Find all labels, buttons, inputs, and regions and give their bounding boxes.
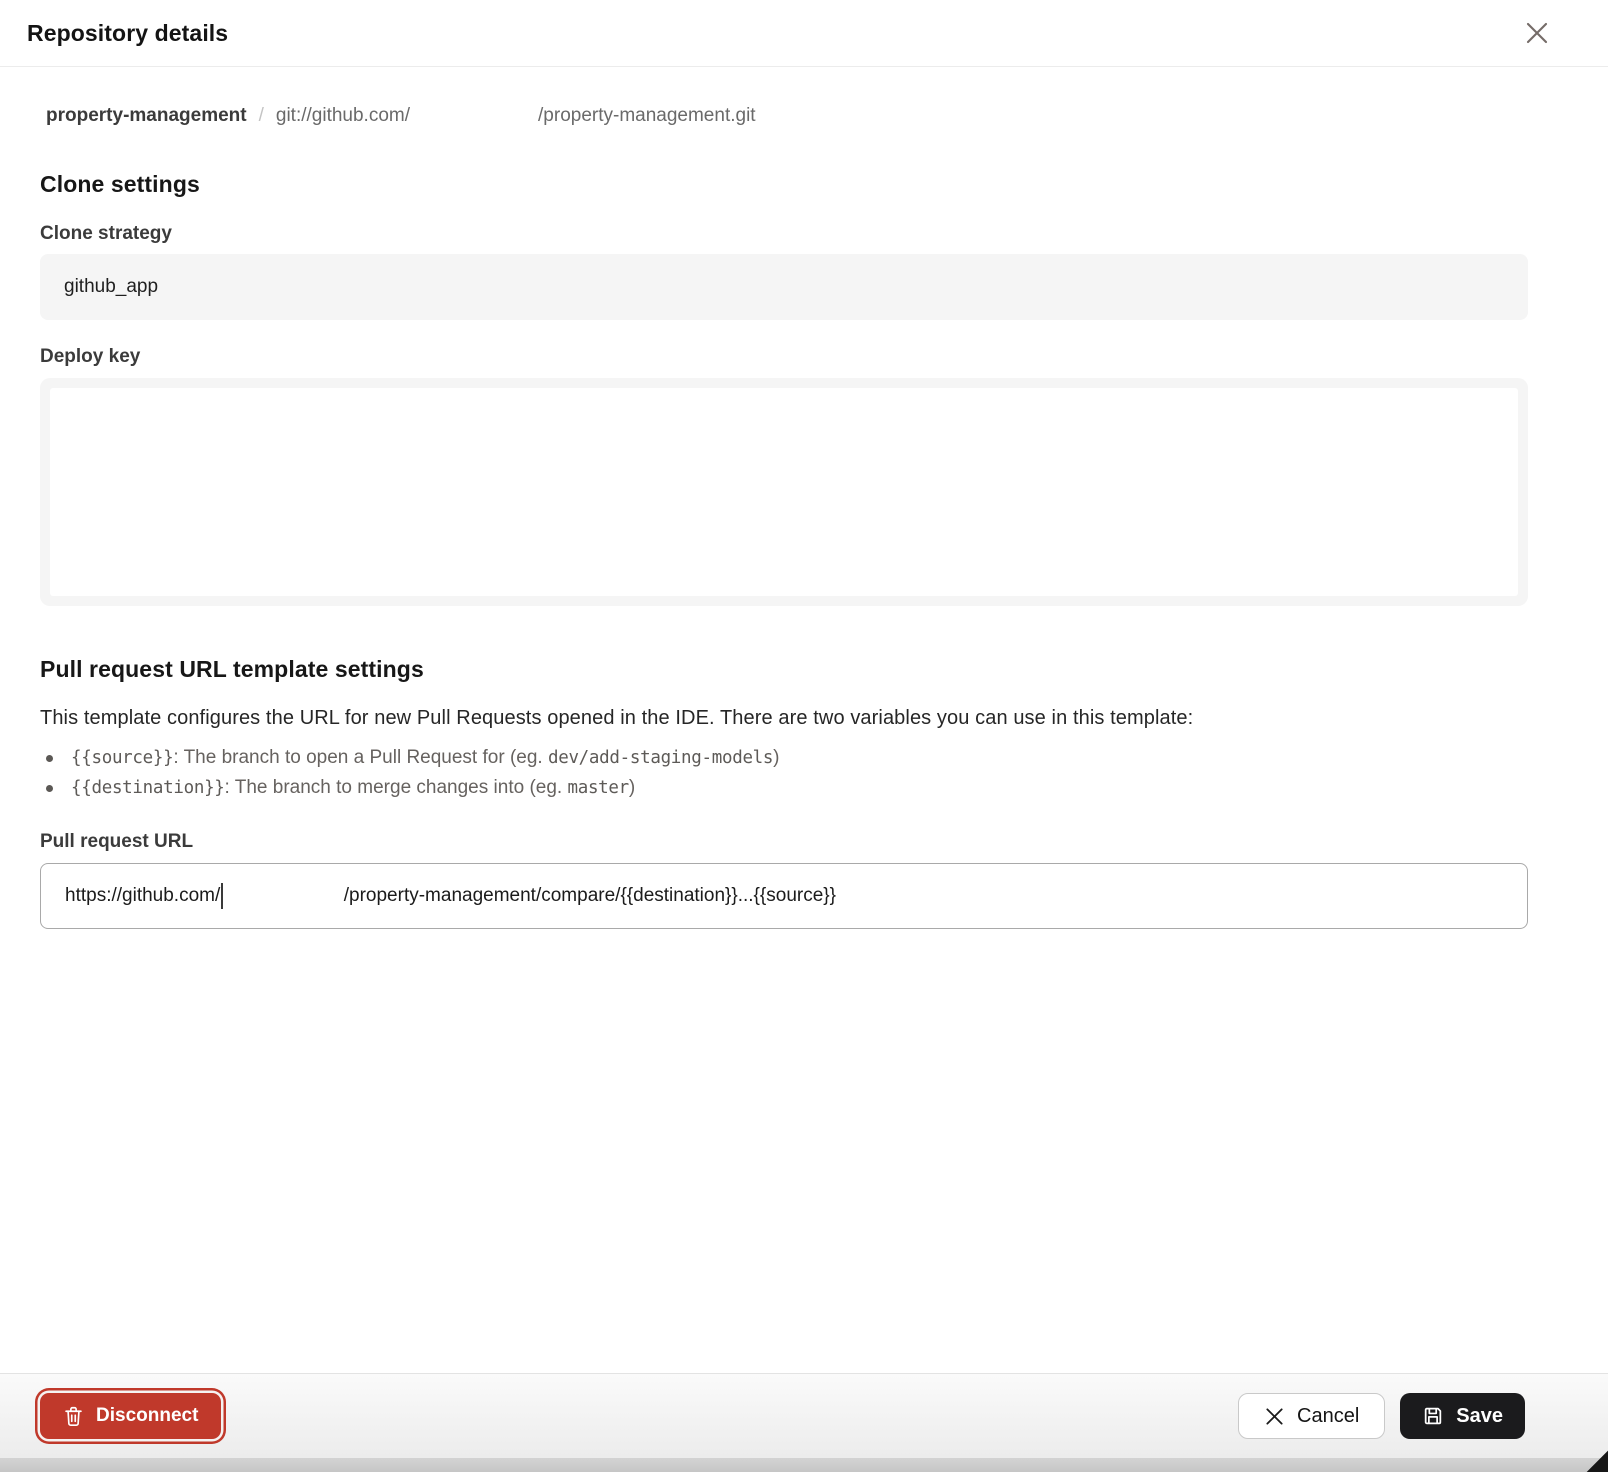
modal-body: property-management / git://github.com/ … [0, 105, 1608, 929]
modal-footer: Disconnect Cancel Save [0, 1373, 1608, 1458]
list-item: {{source}}: The branch to open a Pull Re… [40, 743, 1528, 773]
cancel-button[interactable]: Cancel [1238, 1393, 1385, 1439]
destination-variable-code: {{destination}} [71, 778, 225, 798]
cancel-label: Cancel [1297, 1405, 1359, 1428]
clone-strategy-field: github_app [40, 254, 1528, 320]
clone-strategy-value: github_app [64, 276, 158, 298]
redacted-org-name [410, 120, 538, 121]
deploy-key-container [40, 378, 1528, 606]
save-floppy-icon [1422, 1405, 1444, 1427]
source-variable-code: {{source}} [71, 748, 173, 768]
destination-variable-example: master [567, 778, 628, 798]
breadcrumb-repo-name: property-management [46, 105, 247, 127]
disconnect-label: Disconnect [96, 1405, 198, 1427]
trash-icon [63, 1405, 84, 1428]
close-button[interactable] [1520, 16, 1554, 50]
pull-request-url-input[interactable]: https://github.com/ /property-management/… [40, 863, 1528, 929]
breadcrumb-git-url-prefix: git://github.com/ [276, 105, 410, 127]
footer-actions: Cancel Save [1238, 1393, 1525, 1439]
disconnect-button[interactable]: Disconnect [40, 1393, 221, 1439]
source-variable-suffix: ) [773, 747, 779, 768]
breadcrumb-git-url-suffix: /property-management.git [538, 105, 756, 127]
source-variable-example: dev/add-staging-models [548, 748, 773, 768]
close-icon [1523, 19, 1551, 47]
breadcrumb-separator: / [259, 105, 264, 127]
destination-variable-suffix: ) [629, 777, 635, 798]
clone-settings-heading: Clone settings [40, 171, 1528, 198]
save-label: Save [1456, 1405, 1503, 1428]
pr-variables-list: {{source}}: The branch to open a Pull Re… [40, 743, 1528, 803]
pull-request-url-label: Pull request URL [40, 831, 1528, 853]
page-title: Repository details [27, 20, 228, 47]
page-bottom-edge [0, 1458, 1608, 1472]
list-item: {{destination}}: The branch to merge cha… [40, 773, 1528, 803]
pr-template-heading: Pull request URL template settings [40, 656, 1528, 683]
pull-request-url-suffix: /property-management/compare/{{destinati… [344, 885, 836, 907]
clone-strategy-label: Clone strategy [40, 223, 1528, 245]
deploy-key-label: Deploy key [40, 346, 1528, 368]
redacted-org-name [223, 896, 344, 897]
source-variable-text: : The branch to open a Pull Request for … [173, 747, 548, 768]
save-button[interactable]: Save [1400, 1393, 1525, 1439]
destination-variable-text: : The branch to merge changes into (eg. [225, 777, 568, 798]
breadcrumb: property-management / git://github.com/ … [46, 105, 1528, 127]
cancel-x-icon [1264, 1406, 1285, 1427]
deploy-key-textarea[interactable] [50, 388, 1518, 596]
pr-template-description: This template configures the URL for new… [40, 707, 1528, 730]
modal-header: Repository details [0, 0, 1608, 67]
pull-request-url-prefix: https://github.com/ [65, 885, 220, 907]
